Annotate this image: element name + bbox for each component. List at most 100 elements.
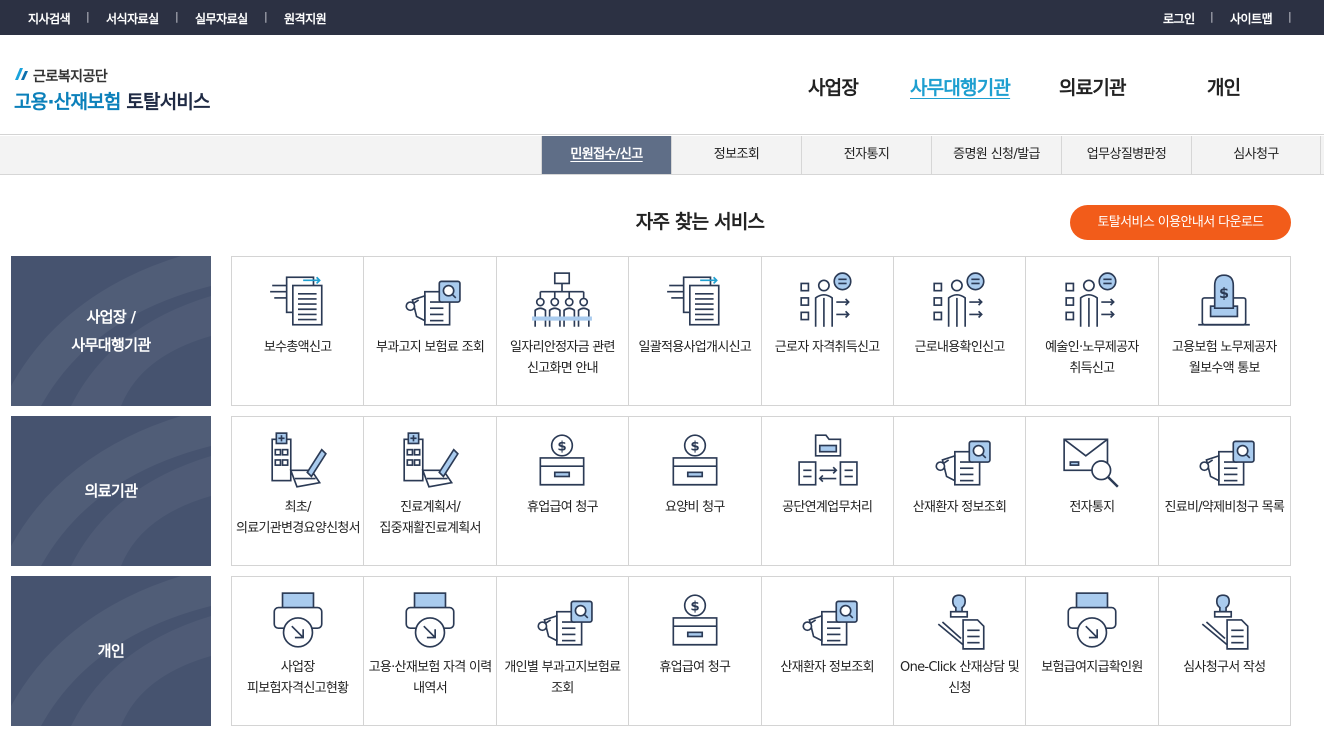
coin-box-icon: [539, 434, 585, 486]
document-search-icon: [934, 440, 991, 486]
document-arrows-icon: [666, 276, 720, 326]
top-utility-bar: 지사검색 | 서식자료실 | 실무자료실 | 원격지원 로그인 | 사이트맵 |: [0, 0, 1324, 35]
site-header: 근로복지공단 고용·산재보험 토탈서비스 사업장 사무대행기관 의료기관 개인: [0, 35, 1324, 135]
service-item-label: 보수총액신고: [263, 340, 332, 355]
service-item[interactable]: 진료계획서/집중재활진료계획서: [363, 417, 495, 565]
document-search-icon: [1199, 440, 1256, 486]
document-search-icon: [405, 280, 461, 326]
service-item-label: 고용·산재보험 자격 이력 내역서: [368, 660, 493, 696]
service-item[interactable]: 진료비/약제비청구 목록: [1157, 417, 1290, 565]
category-panel: 개인: [11, 576, 211, 726]
tab-e-notice[interactable]: 전자통지: [801, 136, 931, 174]
service-grid: 사업장 피보험자격신고현황 고용·산재보험 자격 이력 내역서 개인별 부과고지보험…: [231, 576, 1291, 726]
logo-main-dark: 토탈서비스: [126, 91, 210, 113]
service-item-label: 요양비 청구: [664, 500, 725, 515]
topbar-link-branch-search[interactable]: 지사검색: [28, 10, 71, 27]
section-title: 자주 찾는 서비스: [635, 211, 765, 233]
topbar-separator: |: [86, 10, 90, 23]
topbar-link-practice[interactable]: 실무자료실: [195, 10, 248, 27]
service-item[interactable]: 근로내용확인신고: [892, 257, 1025, 405]
service-item[interactable]: 고용보험 노무제공자 월보수액 통보: [1157, 257, 1290, 405]
service-item[interactable]: 전자통지: [1025, 417, 1157, 565]
topbar-separator: |: [264, 10, 268, 23]
service-item[interactable]: 최초/의료기관변경요양신청서: [232, 417, 363, 565]
logo-service-name: 고용·산재보험 토탈서비스: [14, 87, 211, 114]
stamp-document-icon: [937, 594, 985, 650]
category-label: 사업장 / 사무대행기관: [71, 308, 151, 354]
printer-download-icon: [405, 592, 455, 648]
guide-download-button[interactable]: 토탈서비스 이용안내서 다운로드: [1070, 205, 1291, 240]
service-item-label: 심사청구서 작성: [1183, 660, 1266, 675]
service-item[interactable]: 심사청구서 작성: [1157, 577, 1290, 725]
gnb-item-workplace[interactable]: 사업장: [808, 73, 859, 100]
service-item-label: 일자리안정자금 관련 신고화면 안내: [510, 340, 615, 376]
gnb-item-agency[interactable]: 사무대행기관: [910, 73, 1011, 100]
category-panel: 사업장 / 사무대행기관: [11, 256, 211, 406]
service-item[interactable]: 사업장 피보험자격신고현황: [232, 577, 363, 725]
envelope-search-icon: [1062, 438, 1119, 489]
service-item-label: 부과고지 보험료 조회: [375, 340, 485, 355]
service-item[interactable]: 보험급여지급확인원: [1025, 577, 1157, 725]
hospital-pen-icon: [271, 432, 327, 488]
document-arrows-icon: [268, 276, 323, 326]
service-item[interactable]: 개인별 부과고지보험료 조회: [495, 577, 628, 725]
person-checklist-icon: [800, 272, 852, 328]
topbar-separator: |: [1288, 10, 1292, 23]
service-item[interactable]: One-Click 산재상담 및 신청: [892, 577, 1025, 725]
printer-download-icon: [1067, 592, 1117, 648]
topbar-separator: |: [175, 10, 179, 23]
category-panel: 의료기관: [11, 416, 211, 566]
category-label: 의료기관: [84, 482, 138, 500]
printer-download-icon: [273, 592, 323, 648]
logo-main-blue: 고용·산재보험: [14, 91, 121, 113]
topbar-link-sitemap[interactable]: 사이트맵: [1230, 10, 1273, 27]
service-item-label: 휴업급여 청구: [526, 500, 599, 515]
service-item[interactable]: 휴업급여 청구: [495, 417, 628, 565]
stamp-document-icon: [1201, 594, 1249, 650]
category-label: 개인: [97, 642, 125, 660]
tab-review-request[interactable]: 심사청구: [1191, 136, 1321, 174]
logo-org-name: 근로복지공단: [33, 69, 108, 85]
service-item[interactable]: 산재환자 정보조회: [892, 417, 1025, 565]
comwel-logo-icon: [15, 68, 28, 80]
org-chart-people-icon: [530, 271, 594, 331]
service-item-label: One-Click 산재상담 및 신청: [900, 660, 1020, 696]
service-item-label: 고용보험 노무제공자 월보수액 통보: [1171, 340, 1277, 376]
tab-civil-application[interactable]: 민원접수/신고: [541, 136, 671, 174]
service-item[interactable]: 일자리안정자금 관련 신고화면 안내: [495, 257, 628, 405]
money-bag-monitor-icon: [1197, 274, 1251, 326]
tab-info-inquiry[interactable]: 정보조회: [671, 136, 801, 174]
service-item-label: 공단연계업무처리: [782, 500, 873, 515]
service-grid: 보수총액신고 부과고지 보험료 조회 일자리안정자금 관련 신고화면 안내 일괄적용사…: [231, 256, 1291, 406]
person-checklist-icon: [1065, 272, 1117, 328]
service-item-label: 예술인·노무제공자 취득신고: [1045, 340, 1139, 376]
service-item[interactable]: 고용·산재보험 자격 이력 내역서: [363, 577, 495, 725]
document-search-icon: [802, 600, 858, 646]
service-item[interactable]: 요양비 청구: [628, 417, 760, 565]
document-search-icon: [537, 600, 594, 646]
service-item[interactable]: 일괄적용사업개시신고: [628, 257, 760, 405]
service-item-label: 일괄적용사업개시신고: [638, 340, 752, 355]
topbar-link-login[interactable]: 로그인: [1163, 10, 1195, 27]
service-item-label: 근로내용확인신고: [914, 340, 1006, 355]
hospital-pen-icon: [403, 432, 459, 488]
coin-box-icon: [672, 434, 718, 486]
service-item-label: 보험급여지급확인원: [1041, 660, 1143, 675]
service-item[interactable]: 공단연계업무처리: [760, 417, 893, 565]
service-grid: 최초/의료기관변경요양신청서 진료계획서/집중재활진료계획서 휴업급여 청구 요양비 …: [231, 416, 1291, 566]
topbar-link-remote-support[interactable]: 원격지원: [284, 10, 327, 27]
service-item-label: 사업장 피보험자격신고현황: [247, 660, 349, 696]
service-item[interactable]: 보수총액신고: [232, 257, 363, 405]
coin-box-icon: [672, 594, 718, 646]
tab-occupational-disease[interactable]: 업무상질병판정: [1061, 136, 1191, 174]
tab-certificate[interactable]: 증명원 신청/발급: [931, 136, 1061, 174]
service-item[interactable]: 휴업급여 청구: [628, 577, 760, 725]
topbar-link-forms[interactable]: 서식자료실: [106, 10, 159, 27]
service-item[interactable]: 산재환자 정보조회: [760, 577, 893, 725]
topbar-separator: |: [1210, 10, 1214, 23]
service-item[interactable]: 예술인·노무제공자 취득신고: [1025, 257, 1157, 405]
gnb-item-medical[interactable]: 의료기관: [1059, 73, 1127, 100]
gnb-item-individual[interactable]: 개인: [1207, 73, 1241, 100]
service-item[interactable]: 부과고지 보험료 조회: [363, 257, 495, 405]
service-item[interactable]: 근로자 자격취득신고: [760, 257, 893, 405]
